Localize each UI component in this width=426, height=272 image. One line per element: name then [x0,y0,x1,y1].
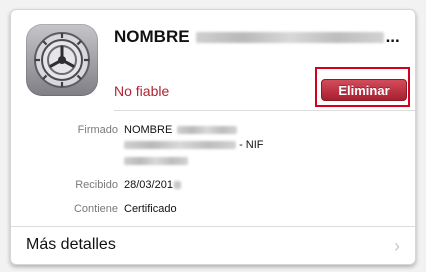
contains-value: Certificado [124,203,177,215]
received-label: Recibido [75,179,118,191]
signed-label: Firmado [77,124,118,136]
more-details-link[interactable]: Más detalles [26,236,116,254]
signed-name: NOMBRE [124,124,173,136]
received-value: 28/03/201 [124,179,181,191]
signed-value-line1: NOMBRE [124,124,238,136]
redacted-signer-detail [124,141,236,150]
redacted-date-digit [173,181,181,190]
trust-status: No fiable [114,83,170,99]
redacted-name [195,32,384,44]
divider [114,110,415,111]
redacted-signer [177,126,238,135]
delete-button[interactable]: Eliminar [321,79,407,101]
title-ellipsis: ... [385,27,400,46]
signed-value-line2: - NIF [124,139,264,151]
signed-value-line3 [124,155,188,167]
redacted-nif [124,157,188,166]
chevron-right-icon: › [394,236,400,256]
received-date: 28/03/201 [124,179,173,191]
profile-title: NOMBRE... [114,27,400,47]
settings-gear-icon [26,24,98,96]
divider [11,226,415,227]
signed-nif: - NIF [239,139,264,151]
contains-label: Contiene [73,203,118,215]
profile-name: NOMBRE [114,27,190,46]
profile-card: NOMBRE... No fiable Eliminar Firmado NOM… [10,9,416,265]
